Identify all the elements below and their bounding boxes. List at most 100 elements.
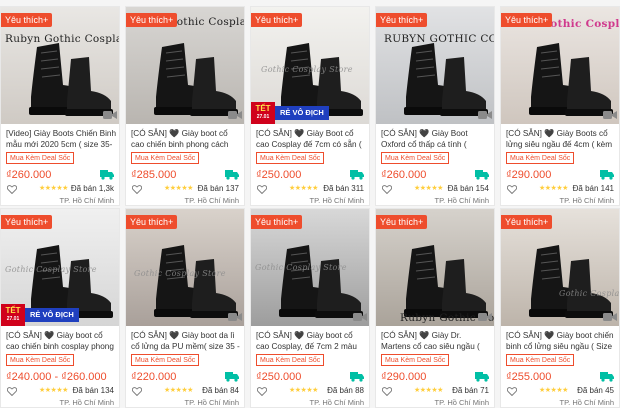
- rating-stars: ★★★★★: [164, 185, 193, 192]
- favorite-plus-badge: Yêu thích+: [251, 13, 303, 27]
- product-image[interactable]: Yêu thích+ Rubyn Gothic Cosplay: [376, 209, 494, 326]
- product-price: ₫260.000: [381, 169, 427, 181]
- favorite-plus-badge: Yêu thích+: [251, 215, 303, 229]
- deal-badge: Mua Kèm Deal Sốc: [381, 354, 450, 366]
- deal-badge: Mua Kèm Deal Sốc: [6, 354, 75, 366]
- product-price: ₫285.000: [131, 169, 177, 181]
- free-shipping-icon: [100, 170, 114, 180]
- shop-location: TP. Hồ Chí Minh: [184, 196, 239, 205]
- rating-stars: ★★★★★: [39, 387, 68, 394]
- shop-watermark: Rubyn Gothic Cosplay: [5, 33, 120, 45]
- product-card[interactable]: Yêu thích+ Gothic Cosplay [CÓ SẴN] 🖤 Già…: [500, 6, 620, 206]
- shop-location: TP. Hồ Chí Minh: [309, 398, 364, 407]
- deal-badge: Mua Kèm Deal Sốc: [131, 152, 200, 164]
- product-card[interactable]: Yêu thích+ Gothic Cosplay Store [CÓ SẴN]…: [250, 208, 370, 408]
- product-card[interactable]: Yêu thích+ Gothic Cosplay [CÓ SẴN] 🖤 Già…: [125, 6, 245, 206]
- product-card[interactable]: Yêu thích+ Gothic Cosplay Store [CÓ SẴN]…: [125, 208, 245, 408]
- favorite-plus-badge: Yêu thích+: [126, 215, 178, 229]
- tet-badge-text: RẺ VÔ ĐỊCH: [25, 308, 79, 322]
- rating-stars: ★★★★★: [539, 185, 568, 192]
- shop-watermark: Gothic Cosplay: [541, 18, 620, 30]
- shop-location: TP. Hồ Chí Minh: [184, 398, 239, 407]
- product-card[interactable]: Yêu thích+ Gothic Cosplay Store TẾT 27.01…: [250, 6, 370, 206]
- shop-location: TP. Hồ Chí Minh: [434, 398, 489, 407]
- video-icon: [103, 111, 117, 119]
- product-image[interactable]: Yêu thích+ Gothic Cosplay: [126, 7, 245, 124]
- heart-icon[interactable]: [382, 185, 392, 194]
- tet-badge-date: 27.01: [6, 316, 20, 322]
- product-title[interactable]: [CÓ SẴN] 🖤 Giày Boot Oxford cổ thấp cá t…: [381, 128, 491, 150]
- product-title[interactable]: [CÓ SẴN] 🖤 Giày boot da lì cổ lửng da PU…: [131, 330, 241, 352]
- shop-watermark: Gothic Cosplay Store: [559, 289, 620, 298]
- heart-icon[interactable]: [132, 185, 142, 194]
- sold-count: Đã bán 1,3k: [70, 184, 114, 193]
- shop-watermark: Gothic Cosplay Store: [255, 263, 347, 272]
- product-image[interactable]: Yêu thích+ RUBYN GOTHIC COSPLAY: [376, 7, 494, 124]
- video-icon: [353, 313, 367, 321]
- product-title[interactable]: [CÓ SẴN] 🖤 Giày boot cổ cao chiến binh p…: [131, 128, 241, 150]
- sold-count: Đã bán 134: [72, 386, 114, 395]
- product-image[interactable]: Yêu thích+ Gothic Cosplay Store TẾT 27.01…: [1, 209, 119, 326]
- free-shipping-icon: [600, 170, 614, 180]
- product-price: ₫290.000: [381, 371, 427, 383]
- heart-icon[interactable]: [257, 185, 267, 194]
- video-icon: [603, 313, 617, 321]
- deal-badge: Mua Kèm Deal Sốc: [256, 152, 325, 164]
- rating-stars: ★★★★★: [289, 185, 318, 192]
- heart-icon[interactable]: [382, 387, 392, 396]
- sold-count: Đã bán 141: [572, 184, 614, 193]
- product-title[interactable]: [CÓ SẴN] 🖤 Giày boot cổ cao chiến binh c…: [6, 330, 116, 352]
- product-card[interactable]: Yêu thích+ Gothic Cosplay Store TẾT 27.01…: [0, 208, 120, 408]
- heart-icon[interactable]: [132, 387, 142, 396]
- rating-stars: ★★★★★: [39, 185, 68, 192]
- product-price: ₫240.000 - ₫260.000: [6, 371, 107, 383]
- free-shipping-icon: [225, 372, 239, 382]
- shop-location: TP. Hồ Chí Minh: [559, 398, 614, 407]
- deal-badge: Mua Kèm Deal Sốc: [506, 152, 575, 164]
- rating-stars: ★★★★★: [539, 387, 568, 394]
- free-shipping-icon: [475, 372, 489, 382]
- product-card[interactable]: Yêu thích+ Gothic Cosplay Store [CÓ SẴN]…: [500, 208, 620, 408]
- product-card[interactable]: Yêu thích+ Rubyn Gothic Cosplay [CÓ SẴN]…: [375, 208, 495, 408]
- sold-count: Đã bán 137: [197, 184, 239, 193]
- product-title[interactable]: [CÓ SẴN] 🖤 Giày Dr. Martens cổ cao siêu …: [381, 330, 491, 352]
- product-image[interactable]: Yêu thích+ Rubyn Gothic Cosplay: [1, 7, 120, 124]
- favorite-plus-badge: Yêu thích+: [376, 215, 428, 229]
- deal-badge: Mua Kèm Deal Sốc: [506, 354, 575, 366]
- product-card[interactable]: Yêu thích+ Rubyn Gothic Cosplay [Video] …: [0, 6, 120, 206]
- product-card[interactable]: Yêu thích+ RUBYN GOTHIC COSPLAY [CÓ SẴN]…: [375, 6, 495, 206]
- product-title[interactable]: [CÓ SẴN] 🖤 Giày boot chiến binh cổ lửng …: [506, 330, 616, 352]
- product-image[interactable]: Yêu thích+ Gothic Cosplay Store: [126, 209, 244, 326]
- shop-location: TP. Hồ Chí Minh: [59, 398, 114, 407]
- product-title[interactable]: [CÓ SẴN] 🖤 Giày boot cổ cao Cosplay, đế …: [256, 330, 366, 352]
- heart-icon[interactable]: [507, 387, 517, 396]
- heart-icon[interactable]: [507, 185, 517, 194]
- product-image[interactable]: Yêu thích+ Gothic Cosplay Store: [251, 209, 369, 326]
- sold-count: Đã bán 154: [447, 184, 489, 193]
- free-shipping-icon: [350, 170, 364, 180]
- deal-badge: Mua Kèm Deal Sốc: [381, 152, 450, 164]
- product-title[interactable]: [CÓ SẴN] 🖤 Giày Boots cổ lửng siêu ngầu …: [506, 128, 616, 150]
- product-title[interactable]: [Video] Giày Boots Chiến Binh mẫu mới 20…: [6, 128, 116, 150]
- product-image[interactable]: Yêu thích+ Gothic Cosplay Store: [501, 209, 620, 326]
- rating-stars: ★★★★★: [414, 185, 443, 192]
- shop-location: TP. Hồ Chí Minh: [59, 196, 114, 205]
- sold-count: Đã bán 311: [323, 184, 364, 193]
- tet-badge-date: 27.01: [256, 114, 270, 120]
- product-price: ₫250.000: [256, 169, 302, 181]
- product-price: ₫255.000: [506, 371, 552, 383]
- shop-watermark: Gothic Cosplay Store: [134, 269, 226, 278]
- favorite-plus-badge: Yêu thích+: [126, 13, 178, 27]
- product-image[interactable]: Yêu thích+ Gothic Cosplay: [501, 7, 620, 124]
- heart-icon[interactable]: [7, 185, 17, 194]
- product-price: ₫250.000: [256, 371, 302, 383]
- deal-badge: Mua Kèm Deal Sốc: [131, 354, 200, 366]
- heart-icon[interactable]: [7, 387, 17, 396]
- product-title[interactable]: [CÓ SẴN] 🖤 Giày Boot cổ cao Cosplay đế 7…: [256, 128, 366, 150]
- product-image[interactable]: Yêu thích+ Gothic Cosplay Store TẾT 27.01…: [251, 7, 369, 124]
- favorite-plus-badge: Yêu thích+: [1, 215, 53, 229]
- heart-icon[interactable]: [257, 387, 267, 396]
- tet-badge-label: TẾT: [5, 306, 21, 315]
- tet-badge-label: TẾT: [255, 104, 271, 113]
- shop-watermark: Gothic Cosplay: [168, 16, 245, 28]
